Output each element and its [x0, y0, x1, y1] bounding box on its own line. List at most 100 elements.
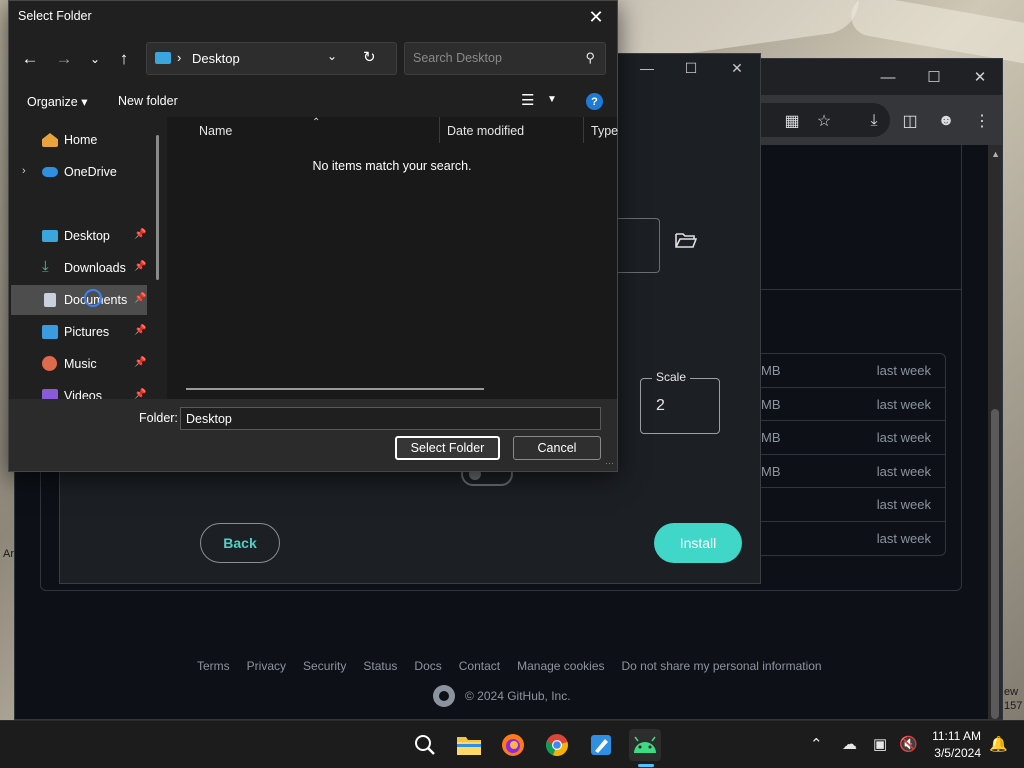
desktop-fragment-text: Ar — [3, 548, 14, 560]
recent-locations-chevron-icon[interactable]: ⌄ — [81, 45, 109, 73]
forward-arrow-icon[interactable]: → — [50, 45, 78, 73]
asset-date: last week — [876, 497, 931, 512]
minimize-icon[interactable]: — — [865, 59, 911, 95]
select-folder-button[interactable]: Select Folder — [395, 436, 500, 460]
scale-label: Scale — [652, 370, 691, 384]
file-explorer-icon[interactable] — [453, 729, 485, 761]
breadcrumb[interactable]: Desktop — [192, 51, 240, 66]
nav-item-onedrive[interactable]: › OneDrive — [11, 157, 147, 187]
help-icon[interactable]: ? — [586, 93, 603, 110]
nav-item-downloads[interactable]: ⤓ Downloads 📌 — [11, 253, 147, 283]
github-logo-icon[interactable] — [433, 685, 455, 707]
column-separator[interactable] — [439, 117, 440, 143]
nav-pane-scrollbar[interactable] — [156, 135, 159, 280]
refresh-icon[interactable]: ↻ — [363, 48, 376, 66]
install-app-icon[interactable]: ▦ — [777, 109, 807, 133]
scrollbar-thumb[interactable] — [991, 409, 999, 719]
new-folder-button[interactable]: New folder — [118, 94, 178, 108]
asset-date: last week — [876, 430, 931, 445]
file-explorer-icon — [457, 737, 481, 755]
asset-size: MB — [761, 396, 781, 412]
paint-app-icon[interactable] — [585, 729, 617, 761]
nav-item-documents[interactable]: Documents 📌 — [11, 285, 147, 315]
maximize-icon[interactable]: ☐ — [911, 59, 957, 95]
menu-kebab-icon[interactable]: ⋮ — [967, 109, 997, 133]
scale-value[interactable]: 2 — [656, 397, 665, 415]
scale-field[interactable] — [640, 378, 720, 434]
address-bar[interactable]: › Desktop ⌄ ↻ — [146, 42, 397, 75]
wallpaper-highlight — [848, 0, 1024, 68]
nav-item-videos[interactable]: Videos 📌 — [11, 381, 147, 399]
chevron-up-icon[interactable]: ⌃ — [810, 735, 823, 753]
search-box[interactable]: ⚲ — [404, 42, 606, 75]
side-panel-icon[interactable]: ◫ — [895, 109, 925, 133]
nav-item-pictures[interactable]: Pictures 📌 — [11, 317, 147, 347]
network-icon[interactable]: ▣ — [873, 735, 887, 753]
chrome-icon[interactable] — [541, 729, 573, 761]
firefox-icon — [502, 734, 524, 756]
install-button[interactable]: Install — [654, 523, 742, 563]
nav-item-label: Home — [64, 133, 98, 147]
back-button[interactable]: Back — [200, 523, 280, 563]
footer-link-terms[interactable]: Terms — [197, 659, 230, 673]
minimize-icon[interactable]: — — [624, 54, 670, 82]
downloads-icon[interactable]: ⤓ — [859, 109, 889, 133]
search-icon — [415, 735, 435, 755]
column-separator[interactable] — [583, 117, 584, 143]
footer-link-docs[interactable]: Docs — [414, 659, 441, 673]
chevron-down-icon[interactable]: ⌄ — [327, 49, 337, 63]
close-icon[interactable]: ✕ — [714, 54, 760, 82]
nav-item-label: Pictures — [64, 325, 110, 339]
footer-link-security[interactable]: Security — [303, 659, 346, 673]
search-input[interactable] — [413, 51, 573, 65]
onedrive-offline-icon[interactable]: ☁ — [842, 735, 857, 753]
nav-item-music[interactable]: Music 📌 — [11, 349, 147, 379]
horizontal-scrollbar[interactable] — [186, 388, 484, 390]
desktop-folder-icon — [155, 52, 171, 64]
search-icon[interactable] — [409, 729, 441, 761]
chevron-down-icon[interactable]: ▼ — [547, 94, 557, 105]
resize-grip-icon[interactable]: ⋯ — [605, 458, 614, 469]
pin-icon: 📌 — [134, 325, 147, 336]
open-folder-icon[interactable] — [672, 226, 700, 254]
nav-item-label: Videos — [64, 389, 102, 399]
volume-muted-icon[interactable]: 🔇 — [899, 735, 918, 753]
copyright-text: © 2024 GitHub, Inc. — [465, 689, 571, 703]
scroll-up-arrow-icon[interactable]: ▲ — [991, 149, 1000, 159]
desktop-fragment-text: ew — [1004, 686, 1019, 698]
maximize-icon[interactable]: ☐ — [668, 54, 714, 82]
nav-item-desktop[interactable]: Desktop 📌 — [11, 221, 147, 251]
cancel-button[interactable]: Cancel — [513, 436, 601, 460]
footer-link-contact[interactable]: Contact — [459, 659, 500, 673]
nav-item-home[interactable]: Home — [11, 125, 147, 155]
view-options-icon[interactable]: ☰ — [521, 91, 534, 109]
bookmark-star-icon[interactable]: ☆ — [809, 109, 839, 133]
column-header-name[interactable]: Name — [199, 124, 232, 138]
back-arrow-icon[interactable]: ← — [16, 45, 44, 73]
folder-input[interactable] — [180, 407, 601, 430]
paint-app-icon — [591, 735, 611, 755]
close-icon[interactable]: ✕ — [581, 3, 611, 31]
footer-link-privacy[interactable]: Privacy — [247, 659, 286, 673]
expand-chevron-icon[interactable]: › — [22, 165, 26, 177]
search-icon[interactable]: ⚲ — [585, 50, 595, 66]
footer-link-do-not-share[interactable]: Do not share my personal information — [622, 659, 822, 673]
desktop-folder-icon — [42, 230, 58, 242]
pin-icon: 📌 — [134, 389, 147, 399]
column-header-type[interactable]: Type — [591, 124, 618, 138]
profile-icon[interactable]: ☻ — [931, 109, 961, 133]
notification-bell-icon[interactable]: 🔔 — [989, 735, 1008, 753]
clock-time[interactable]: 11:11 AM — [932, 729, 981, 743]
organize-menu[interactable]: Organize ▾ — [27, 94, 87, 109]
breadcrumb-chevron-icon[interactable]: › — [177, 50, 181, 65]
up-arrow-icon[interactable]: ↑ — [110, 45, 138, 73]
footer-link-manage-cookies[interactable]: Manage cookies — [517, 659, 604, 673]
close-icon[interactable]: ✕ — [957, 59, 1003, 95]
android-app-icon[interactable] — [629, 729, 661, 761]
firefox-icon[interactable] — [497, 729, 529, 761]
footer-link-status[interactable]: Status — [363, 659, 397, 673]
column-header-date-modified[interactable]: Date modified — [447, 124, 524, 138]
dialog-footer: Folder: Select Folder Cancel ⋯ — [9, 399, 617, 471]
pin-icon: 📌 — [134, 357, 147, 368]
clock-date[interactable]: 3/5/2024 — [934, 746, 981, 760]
